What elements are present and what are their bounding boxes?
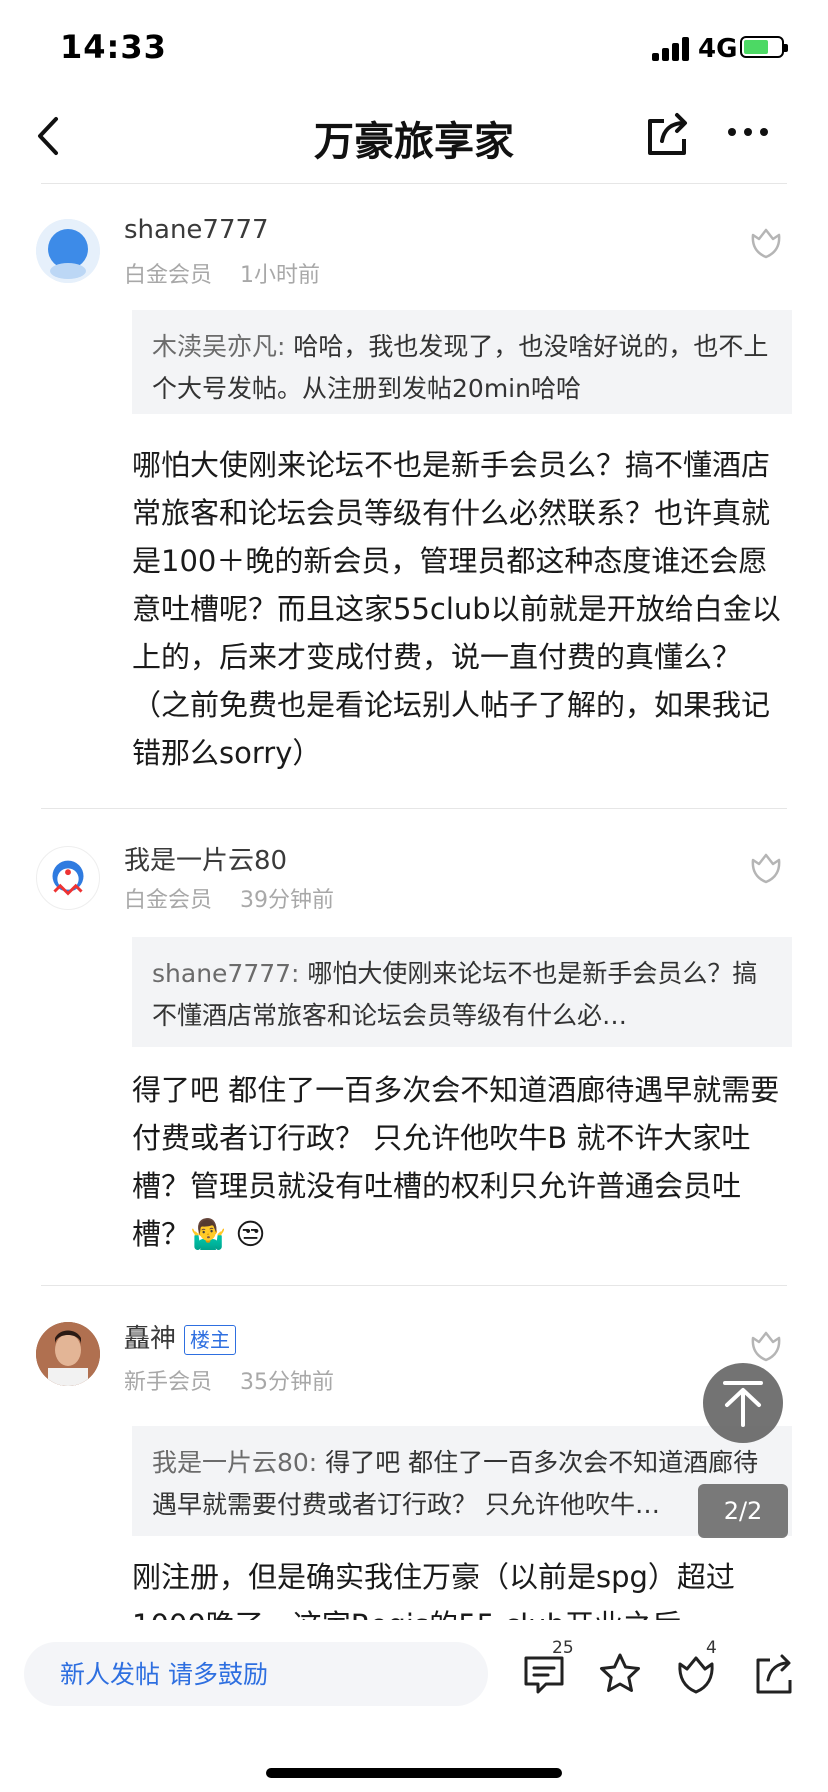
- quote-author: 木渎吴亦凡:: [152, 332, 286, 361]
- member-level: 白金会员: [124, 263, 213, 288]
- page-indicator: 2/2: [698, 1484, 788, 1538]
- like-flower-icon[interactable]: [746, 1326, 786, 1366]
- post-meta: 白金会员 1小时前: [124, 257, 320, 289]
- username[interactable]: shane7777: [124, 215, 269, 245]
- member-level: 新手会员: [124, 1370, 213, 1395]
- post-meta: 新手会员 35分钟前: [124, 1364, 334, 1396]
- username[interactable]: 矗神: [124, 1324, 176, 1354]
- more-icon[interactable]: [724, 117, 772, 147]
- username[interactable]: 我是一片云80: [124, 840, 287, 877]
- battery-icon: [740, 36, 788, 58]
- post-body: 哪怕大使刚来论坛不也是新手会员么？搞不懂酒店常旅客和论坛会员等级有什么必然联系？…: [132, 448, 781, 770]
- quote-block[interactable]: 木渎吴亦凡: 哈哈，我也发现了，也没啥好说的，也不上个大号发帖。从注册到发帖20…: [132, 310, 792, 414]
- post-time: 35分钟前: [240, 1370, 335, 1395]
- signal-icon: [652, 37, 692, 61]
- network-label: 4G: [698, 34, 738, 64]
- share-icon[interactable]: [750, 1650, 798, 1698]
- avatar[interactable]: [36, 846, 100, 910]
- post-time: 39分钟前: [240, 888, 335, 913]
- page-title: 万豪旅享家: [314, 119, 514, 165]
- member-level: 白金会员: [124, 888, 213, 913]
- like-flower-icon[interactable]: [746, 223, 786, 263]
- avatar[interactable]: [36, 219, 100, 283]
- divider: [41, 808, 787, 809]
- username-row: 矗神 楼主: [124, 1318, 237, 1355]
- post-meta: 白金会员 39分钟前: [124, 882, 334, 914]
- quote-author: shane7777:: [152, 959, 300, 988]
- status-bar: 14:33 4G: [0, 0, 828, 95]
- compose-input[interactable]: [24, 1642, 488, 1706]
- divider: [41, 183, 787, 184]
- share-icon[interactable]: [644, 109, 692, 159]
- op-badge: 楼主: [184, 1324, 237, 1355]
- post-body: 得了吧 都住了一百多次会不知道酒廊待遇早就需要付费或者订行政？ 只允许他吹牛B …: [132, 1073, 780, 1251]
- bottom-bar: 25 4: [0, 1620, 828, 1792]
- like-flower-icon[interactable]: [746, 848, 786, 888]
- avatar[interactable]: [36, 1322, 100, 1386]
- status-time: 14:33: [60, 28, 167, 66]
- nav-bar: 万豪旅享家: [0, 95, 828, 185]
- scroll-to-top-button[interactable]: [703, 1363, 783, 1443]
- like-count: 4: [706, 1638, 717, 1658]
- home-indicator: [266, 1768, 562, 1778]
- quote-author: 我是一片云80:: [152, 1448, 318, 1477]
- comment-count: 25: [552, 1638, 574, 1658]
- star-icon[interactable]: [596, 1650, 644, 1698]
- post-time: 1小时前: [240, 263, 321, 288]
- quote-block[interactable]: 我是一片云80: 得了吧 都住了一百多次会不知道酒廊待遇早就需要付费或者订行政？…: [132, 1426, 792, 1536]
- quote-block[interactable]: shane7777: 哪怕大使刚来论坛不也是新手会员么？搞不懂酒店常旅客和论坛会…: [132, 937, 792, 1047]
- divider: [41, 1285, 787, 1286]
